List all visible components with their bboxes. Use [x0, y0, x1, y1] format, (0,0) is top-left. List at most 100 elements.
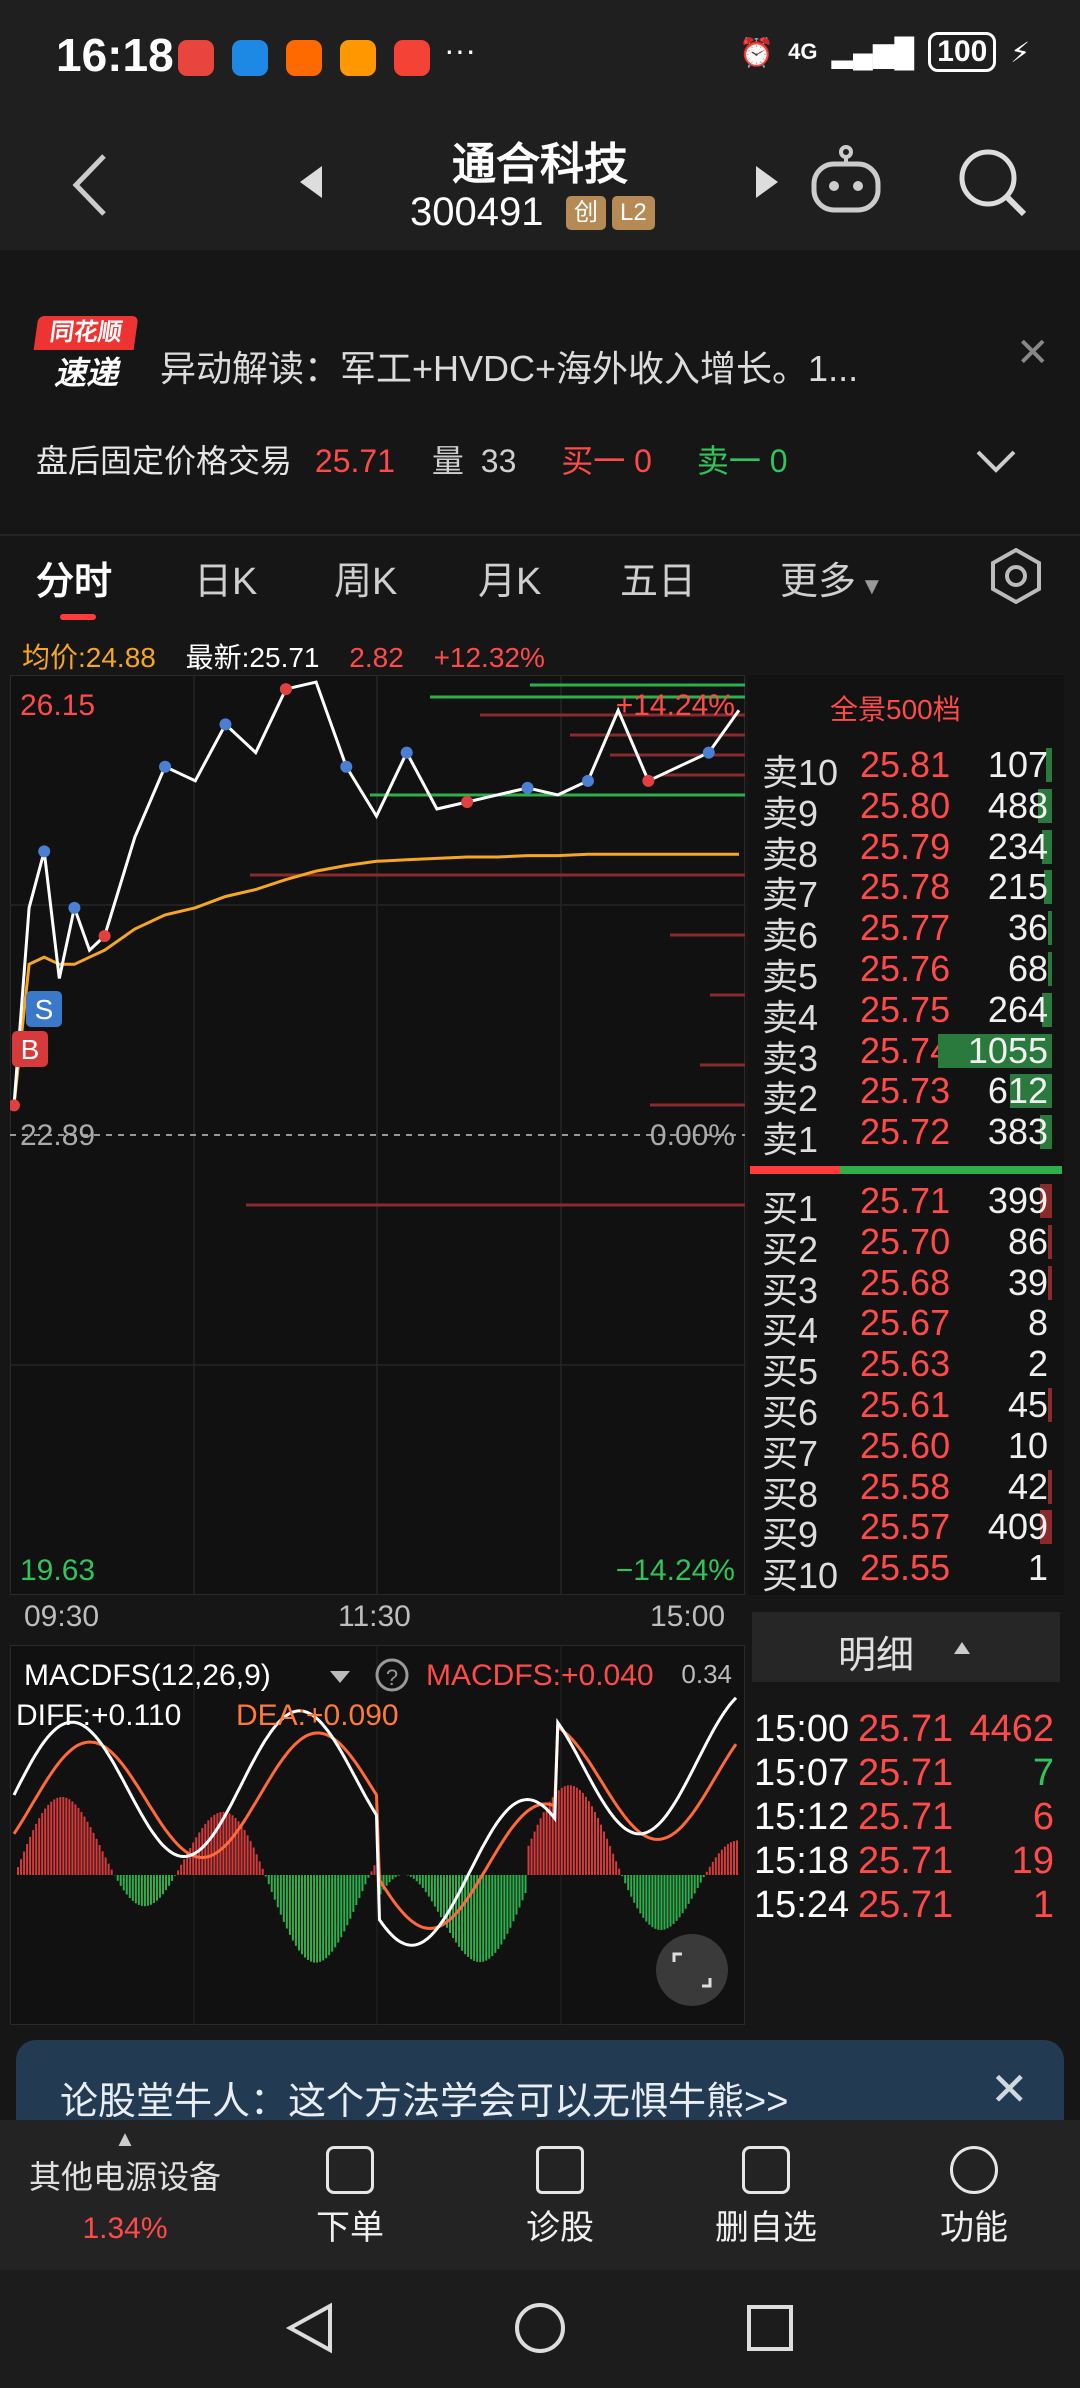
- trade-detail-header[interactable]: 明细: [752, 1612, 1060, 1682]
- macd-bar: [578, 1789, 581, 1875]
- bid-level[interactable]: 买4 25.67 8: [762, 1302, 1062, 1351]
- macd-bar: [20, 1859, 23, 1875]
- tab-five-day[interactable]: 五日: [620, 550, 696, 605]
- level-price: 25.76: [860, 948, 951, 989]
- trade-detail-title: 明细: [838, 1635, 915, 1677]
- nav-recent-icon[interactable]: [742, 2300, 798, 2356]
- macd-bar: [627, 1875, 630, 1891]
- level-volume-bar: [1048, 1388, 1052, 1422]
- active-tab-indicator: [60, 614, 96, 620]
- after-hours-row[interactable]: 盘后固定价格交易 25.71 量 33 买一 0 卖一 0: [36, 436, 802, 482]
- svg-text:B: B: [21, 1034, 40, 1065]
- ask-level[interactable]: 卖5 25.76 68: [762, 948, 1062, 997]
- macd-bar: [515, 1875, 518, 1915]
- bid-level[interactable]: 买1 25.71 399: [762, 1180, 1062, 1229]
- level-price: 25.63: [860, 1343, 951, 1385]
- bid-level[interactable]: 买9 25.57 409: [762, 1506, 1062, 1555]
- macd-bar: [328, 1875, 331, 1956]
- sector-button[interactable]: ▲ 其他电源设备 1.34%: [20, 2126, 230, 2246]
- macd-bar: [367, 1875, 370, 1878]
- ask-level[interactable]: 卖6 25.77 36: [762, 907, 1062, 956]
- macd-bar: [122, 1875, 125, 1891]
- bid-level[interactable]: 买6 25.61 45: [762, 1384, 1062, 1433]
- macd-bar: [47, 1804, 50, 1875]
- ask-level[interactable]: 卖7 25.78 215: [762, 866, 1062, 915]
- remove-watchlist-button[interactable]: 删自选: [706, 2146, 826, 2249]
- ask-level[interactable]: 卖4 25.75 264: [762, 988, 1062, 1038]
- close-icon[interactable]: ✕: [990, 2062, 1029, 2116]
- macd-chart[interactable]: MACDFS(12,26,9) ? MACDFS:+0.040 0.34 DIF…: [10, 1645, 745, 2025]
- ask-level[interactable]: 卖10 25.81 107: [762, 744, 1062, 793]
- trade-price: 25.71: [858, 1840, 954, 1882]
- macd-bar: [421, 1875, 424, 1889]
- trade-price: 25.71: [858, 1752, 954, 1794]
- intraday-chart[interactable]: 26.15 +14.24% 22.89 0.00% 19.63 −14.24% …: [10, 675, 745, 1595]
- signal-dot: [340, 760, 353, 773]
- ask-level[interactable]: 卖8 25.79 234: [762, 826, 1062, 875]
- macd-title[interactable]: MACDFS(12,26,9): [24, 1659, 271, 1692]
- settings-hexagon-icon[interactable]: [986, 546, 1046, 606]
- macd-bar: [612, 1853, 615, 1875]
- buy-marker[interactable]: B: [12, 1031, 48, 1067]
- macd-bar: [464, 1875, 467, 1955]
- macd-bar: [107, 1863, 110, 1875]
- ask-level[interactable]: 卖3 25.74 1055: [762, 1030, 1062, 1079]
- trade-time: 15:07: [754, 1752, 850, 1794]
- macd-bar: [699, 1875, 702, 1883]
- tab-weekly-k[interactable]: 周K: [334, 550, 397, 605]
- tab-more[interactable]: 更多 ▼: [780, 550, 884, 605]
- level-volume: 36: [1007, 907, 1048, 949]
- macd-bar: [276, 1875, 279, 1908]
- fullscreen-icon[interactable]: [656, 1934, 728, 2006]
- search-icon[interactable]: [954, 144, 1030, 220]
- macd-bar: [497, 1875, 500, 1949]
- level-price: 25.77: [860, 907, 951, 949]
- tab-intraday[interactable]: 分时: [36, 550, 112, 605]
- bid-level[interactable]: 买10 25.55 1: [762, 1547, 1062, 1596]
- macd-bar: [59, 1797, 62, 1875]
- level-price: 25.71: [860, 1180, 951, 1221]
- diagnose-button[interactable]: 诊股: [518, 2146, 602, 2249]
- sell-marker[interactable]: S: [26, 991, 62, 1027]
- macd-bar: [524, 1875, 527, 1894]
- news-ticker[interactable]: 同花顺 速递 异动解读：军工+HVDC+海外收入增长。1... ✕: [0, 290, 1080, 406]
- macd-bar: [168, 1875, 171, 1886]
- macd-bar: [603, 1831, 606, 1875]
- macd-bar: [639, 1875, 642, 1914]
- macd-bar: [143, 1875, 146, 1907]
- time-open: 09:30: [24, 1600, 100, 1633]
- chevron-down-icon[interactable]: [974, 446, 1018, 476]
- ask-level[interactable]: 卖9 25.80 488: [762, 785, 1062, 834]
- robot-assistant-icon[interactable]: [806, 140, 886, 220]
- level-volume: 264: [987, 988, 1048, 1030]
- after-hours-vol-label: 量: [431, 443, 464, 479]
- orderbook-title[interactable]: 全景500档: [830, 688, 961, 728]
- bid-level[interactable]: 买3 25.68 39: [762, 1262, 1062, 1311]
- tab-monthly-k[interactable]: 月K: [478, 550, 541, 605]
- next-stock-icon[interactable]: [752, 162, 782, 202]
- function-button[interactable]: 功能: [932, 2146, 1016, 2249]
- news-text[interactable]: 异动解读：军工+HVDC+海外收入增长。1...: [160, 340, 990, 392]
- ask-level[interactable]: 卖1 25.72 383: [762, 1111, 1062, 1160]
- ask-level[interactable]: 卖2 25.73 612: [762, 1070, 1062, 1119]
- price-change-pct: +12.32%: [433, 642, 545, 673]
- macd-bar: [282, 1875, 285, 1922]
- tab-daily-k[interactable]: 日K: [194, 550, 257, 605]
- bid-level[interactable]: 买7 25.60 10: [762, 1425, 1062, 1474]
- order-button[interactable]: 下单: [308, 2146, 392, 2249]
- macd-bar: [300, 1875, 303, 1955]
- macd-bar: [436, 1875, 439, 1912]
- status-right: ⏰ 4G ▂▄▆█ 100 ⚡: [739, 32, 1030, 72]
- chart-high-pct: +14.24%: [616, 689, 735, 722]
- bid-level[interactable]: 买8 25.58 42: [762, 1466, 1062, 1515]
- nav-back-icon[interactable]: [282, 2300, 338, 2356]
- bid-level[interactable]: 买2 25.70 86: [762, 1221, 1062, 1270]
- bid-level[interactable]: 买5 25.63 2: [762, 1343, 1062, 1392]
- macd-bar: [645, 1875, 648, 1922]
- macd-bar: [189, 1847, 192, 1875]
- banner-text[interactable]: 论股堂牛人：这个方法学会可以无惧牛熊>>: [60, 2070, 788, 2125]
- nav-home-icon[interactable]: [512, 2300, 568, 2356]
- macd-bar: [539, 1818, 542, 1875]
- macd-bar: [116, 1875, 119, 1881]
- close-icon[interactable]: ✕: [1016, 330, 1050, 376]
